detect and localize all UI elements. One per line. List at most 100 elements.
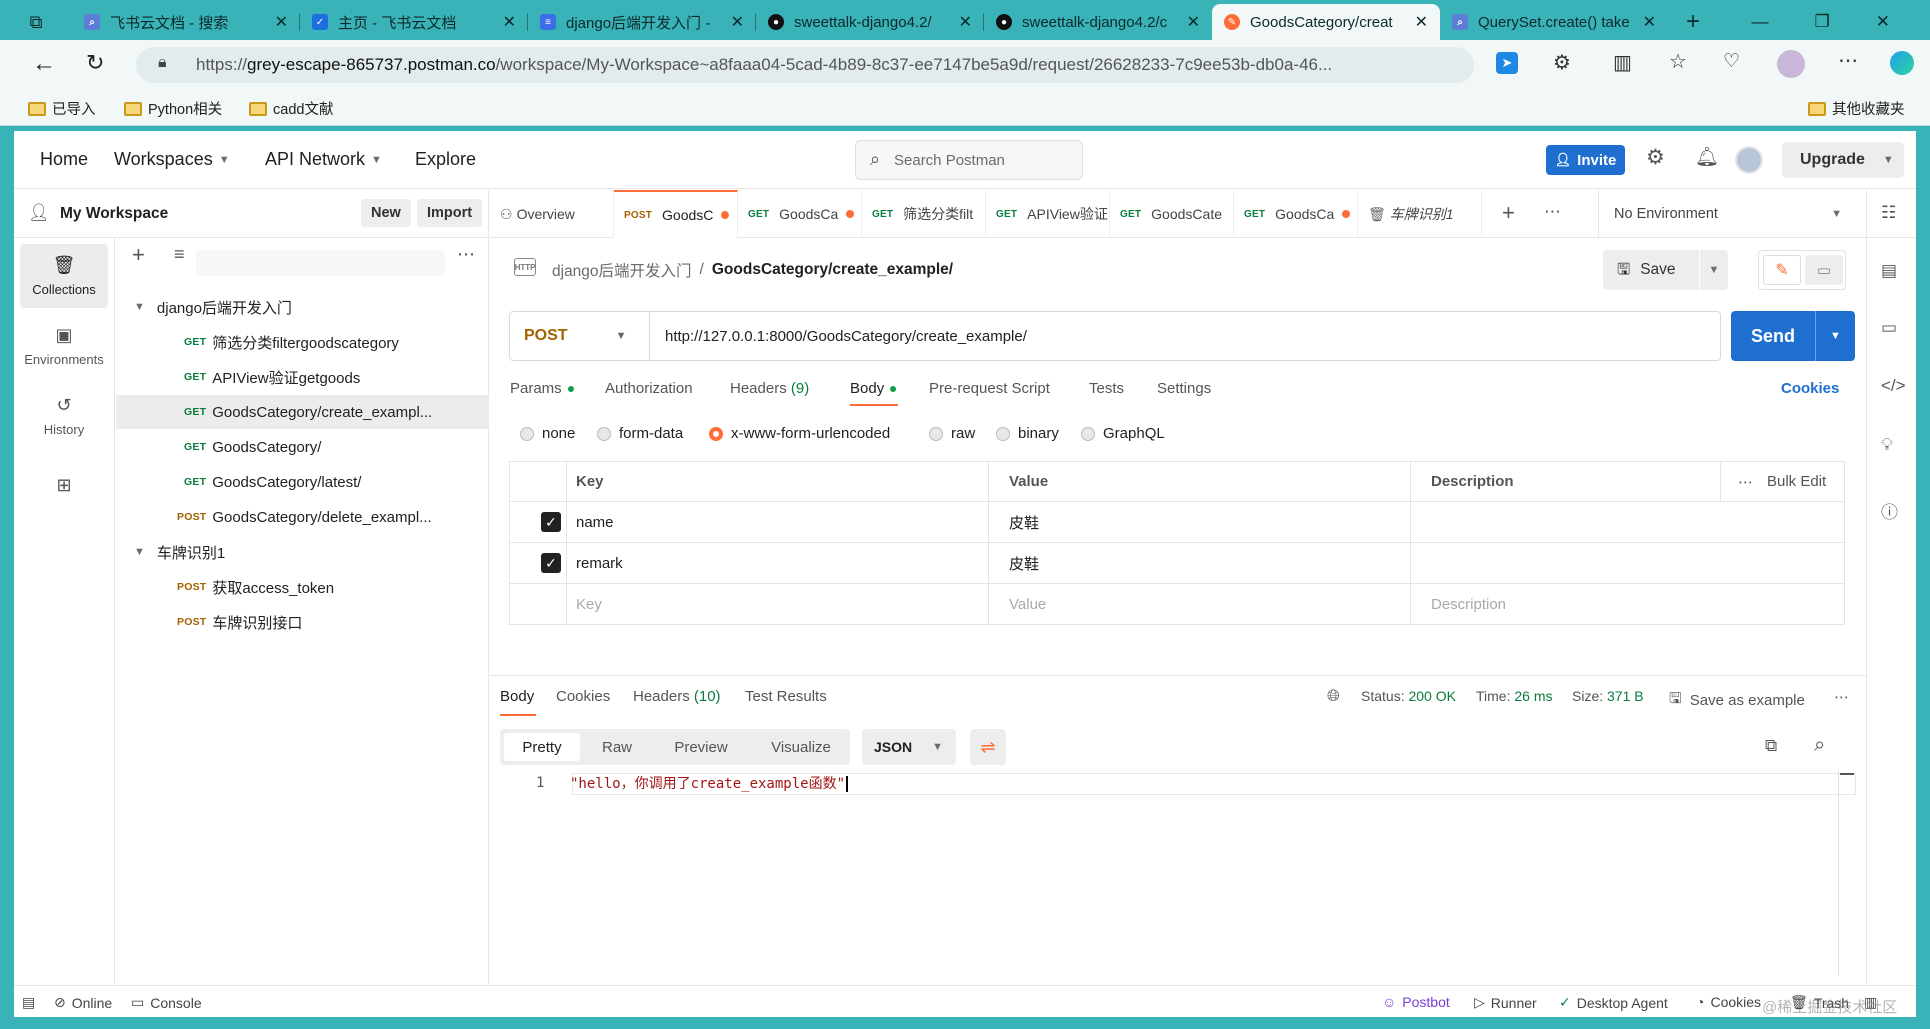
- comment-icon[interactable]: ▭: [1805, 255, 1843, 285]
- request-item[interactable]: GET 筛选分类filtergoodscategory: [116, 325, 489, 359]
- bookmark-folder[interactable]: 已导入: [28, 98, 96, 119]
- tab-prerequest-script[interactable]: Pre-request Script: [929, 380, 1050, 397]
- tab-request[interactable]: GET GoodsCate: [1110, 190, 1234, 238]
- view-pretty[interactable]: Pretty: [504, 733, 580, 761]
- request-item[interactable]: POST 获取access_token: [116, 570, 489, 604]
- toggle-sidebar-icon[interactable]: ▤: [22, 994, 35, 1011]
- back-arrow-icon[interactable]: ←: [32, 50, 56, 78]
- radio-none[interactable]: none: [520, 425, 575, 442]
- view-visualize[interactable]: Visualize: [762, 729, 840, 765]
- save-button[interactable]: 🖫 Save: [1603, 250, 1699, 290]
- more-options-icon[interactable]: ⋯: [457, 244, 475, 265]
- row-checkbox[interactable]: ✓: [541, 553, 561, 573]
- telegram-extension-icon[interactable]: ➤: [1496, 52, 1518, 74]
- filter-icon[interactable]: ≡: [174, 244, 185, 265]
- key-cell[interactable]: name: [566, 502, 614, 542]
- method-select[interactable]: POST ▼: [510, 312, 650, 360]
- chevron-down-icon[interactable]: ▼: [134, 301, 145, 313]
- close-icon[interactable]: ✕: [731, 12, 744, 32]
- tab-params[interactable]: Params: [510, 380, 574, 397]
- request-name[interactable]: GoodsCategory/create_example/: [712, 261, 953, 279]
- copilot-icon[interactable]: [1890, 51, 1914, 75]
- key-placeholder[interactable]: Key: [566, 584, 602, 625]
- view-raw[interactable]: Raw: [590, 729, 644, 765]
- nav-workspaces[interactable]: Workspaces ▼: [114, 149, 230, 170]
- radio-urlencoded[interactable]: x-www-form-urlencoded: [709, 425, 890, 442]
- upgrade-button[interactable]: Upgrade ▼: [1782, 142, 1904, 178]
- close-icon[interactable]: ✕: [503, 12, 516, 32]
- view-preview[interactable]: Preview: [664, 729, 738, 765]
- user-avatar[interactable]: [1735, 146, 1763, 174]
- tab-headers[interactable]: Headers (9): [730, 380, 809, 397]
- more-tabs-icon[interactable]: ⋯: [1544, 202, 1561, 222]
- wrap-lines-icon[interactable]: ⇌: [970, 729, 1006, 765]
- info-icon[interactable]: ⓘ: [1881, 498, 1898, 523]
- nav-api-network[interactable]: API Network ▼: [265, 149, 382, 170]
- window-close-icon[interactable]: ✕: [1876, 12, 1890, 32]
- key-cell[interactable]: remark: [566, 543, 623, 583]
- nav-explore[interactable]: Explore: [415, 149, 476, 170]
- request-item[interactable]: POST GoodsCategory/delete_exampl...: [116, 500, 489, 534]
- new-tab-button[interactable]: +: [1668, 4, 1718, 40]
- request-item[interactable]: GET GoodsCategory/latest/: [116, 465, 489, 499]
- bookmark-folder[interactable]: Python相关: [124, 98, 222, 119]
- request-item[interactable]: GET APIView验证getgoods: [116, 360, 489, 394]
- other-bookmarks-folder[interactable]: 其他收藏夹: [1808, 98, 1905, 119]
- edit-pencil-icon[interactable]: ✎: [1763, 255, 1801, 285]
- resp-tab-test-results[interactable]: Test Results: [745, 688, 827, 705]
- settings-gear-icon[interactable]: ⚙: [1646, 145, 1665, 170]
- description-cell[interactable]: [1421, 502, 1841, 542]
- search-icon[interactable]: ⌕: [1814, 734, 1825, 757]
- rail-history[interactable]: ↺ History: [20, 384, 108, 448]
- console-button[interactable]: ▭ Console: [131, 994, 202, 1011]
- add-collection-icon[interactable]: +: [132, 242, 145, 268]
- editor-scrollbar[interactable]: [1838, 771, 1856, 976]
- cookies-button[interactable]: ◔ Cookies: [1696, 994, 1761, 1010]
- chevron-down-icon[interactable]: ▼: [1883, 154, 1894, 166]
- browser-tab[interactable]: ≡ django后端开发入门 - ✕: [528, 4, 756, 40]
- close-icon[interactable]: ✕: [959, 12, 972, 32]
- new-tab-plus-icon[interactable]: +: [1502, 200, 1515, 226]
- tab-request-active[interactable]: POST GoodsC: [614, 190, 738, 238]
- browser-tab[interactable]: ✓ 主页 - 飞书云文档 ✕: [300, 4, 528, 40]
- postbot-button[interactable]: ☺ Postbot: [1382, 994, 1450, 1010]
- copy-icon[interactable]: ⧉: [1765, 736, 1777, 756]
- invite-button[interactable]: 👤︎ Invite: [1546, 145, 1625, 175]
- request-item-selected[interactable]: GET GoodsCategory/create_exampl...: [116, 395, 489, 429]
- new-button[interactable]: New: [361, 199, 411, 227]
- import-button[interactable]: Import: [417, 199, 483, 227]
- desktop-agent-button[interactable]: ✓ Desktop Agent: [1559, 994, 1668, 1011]
- description-cell[interactable]: [1421, 543, 1841, 583]
- globe-icon[interactable]: 🌐︎: [1327, 688, 1340, 706]
- bulk-edit-button[interactable]: ⋯ Bulk Edit: [1728, 462, 1826, 501]
- tab-body[interactable]: Body: [850, 380, 897, 397]
- browser-tab-active[interactable]: ✎ GoodsCategory/creat ✕: [1212, 4, 1440, 40]
- resp-tab-headers[interactable]: Headers (10): [633, 688, 721, 705]
- nav-home[interactable]: Home: [40, 149, 88, 170]
- save-options-button[interactable]: ▼: [1700, 250, 1728, 290]
- minimize-icon[interactable]: —: [1752, 12, 1769, 32]
- resp-tab-body[interactable]: Body: [500, 688, 534, 705]
- favorites-icon[interactable]: ☆: [1669, 49, 1687, 74]
- value-placeholder[interactable]: Value: [999, 584, 1046, 625]
- reload-icon[interactable]: ↻: [86, 50, 104, 76]
- restore-icon[interactable]: ❐: [1815, 12, 1830, 32]
- tab-request[interactable]: GET GoodsCa: [1234, 190, 1358, 238]
- browser-tab[interactable]: ● sweettalk-django4.2/c ✕: [984, 4, 1212, 40]
- browser-essentials-icon[interactable]: ♡: [1723, 50, 1740, 73]
- cookies-link[interactable]: Cookies: [1781, 380, 1839, 397]
- close-icon[interactable]: ✕: [275, 12, 288, 32]
- save-as-example-button[interactable]: 🖫 Save as example: [1669, 688, 1805, 713]
- notification-bell-icon[interactable]: 🔔︎: [1695, 145, 1719, 169]
- time-readout[interactable]: Time: 26 ms: [1476, 688, 1553, 704]
- more-options-icon[interactable]: ⋯: [1834, 688, 1849, 706]
- url-field[interactable]: 🔒︎ https://grey-escape-865737.postman.co…: [136, 47, 1474, 83]
- browser-tab[interactable]: ⌕ 飞书云文档 - 搜索 ✕: [72, 4, 300, 40]
- request-item[interactable]: GET GoodsCategory/: [116, 430, 489, 464]
- value-cell[interactable]: 皮鞋: [999, 543, 1039, 583]
- environment-quicklook-icon[interactable]: ☷: [1881, 203, 1896, 223]
- request-item[interactable]: POST 车牌识别接口: [116, 605, 489, 639]
- comments-icon[interactable]: ▭: [1881, 318, 1897, 338]
- rail-collections[interactable]: 🗑︎ Collections: [20, 244, 108, 308]
- workspace-name[interactable]: My Workspace: [60, 205, 168, 223]
